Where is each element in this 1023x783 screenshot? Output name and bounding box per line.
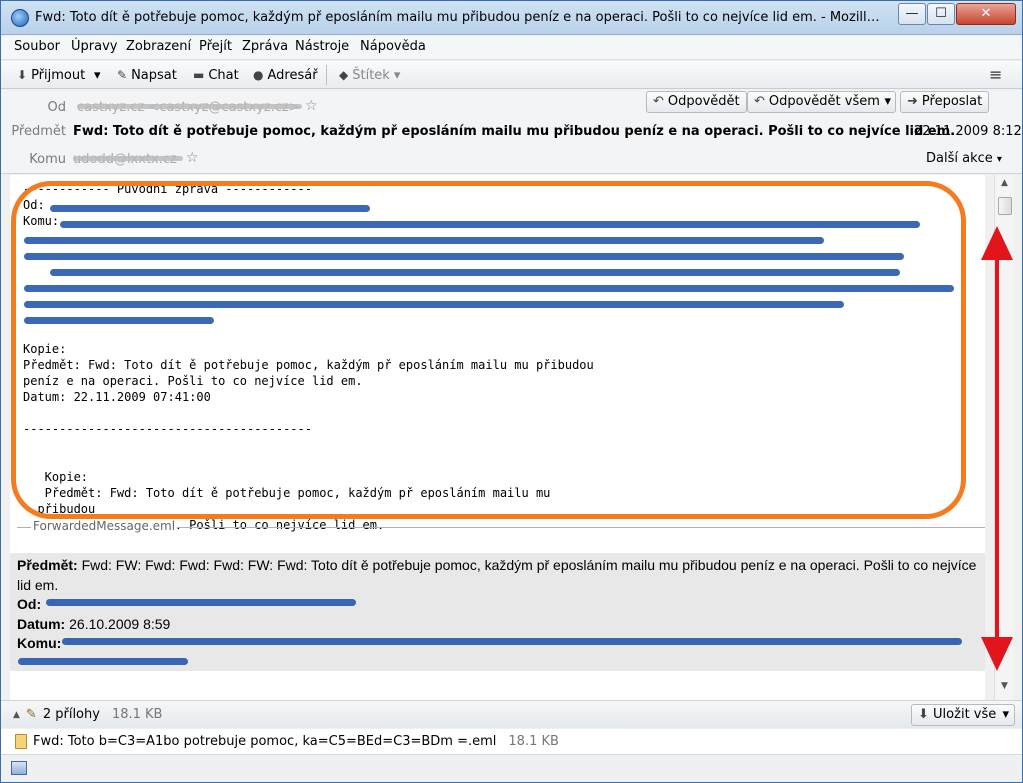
redaction-scribble (60, 221, 920, 228)
tag-icon: ◆ (339, 68, 349, 82)
reply-all-button[interactable]: ↶ Odpovědět všem ▾ (747, 91, 896, 113)
subject-value: Fwd: Toto dít ě potřebuje pomoc, každým … (73, 124, 956, 139)
window-title: Fwd: Toto dít ě potřebuje pomoc, každým … (35, 10, 885, 25)
write-button[interactable]: ✎ Napsat (117, 65, 177, 85)
more-actions-dropdown-icon: ▾ (996, 154, 1002, 165)
scroll-up-arrow-icon[interactable]: ▲ (995, 178, 1014, 194)
tag-button[interactable]: ◆ Štítek ▾ (339, 65, 400, 85)
person-icon: ● (253, 68, 264, 82)
arrow-head-down (981, 637, 1013, 671)
redaction-scribble (24, 253, 904, 260)
redaction-scribble (50, 205, 370, 212)
save-all-dropdown-icon[interactable]: ▾ (1002, 705, 1009, 725)
menu-napoveda[interactable]: Nápověda (360, 39, 426, 54)
eml-file-icon (15, 734, 27, 749)
tag-dropdown-icon: ▾ (393, 67, 401, 83)
to-label: Komu (29, 152, 66, 167)
redaction-scribble (46, 599, 356, 606)
save-all-button[interactable]: ⬇ Uložit vše ▾ (911, 704, 1015, 726)
subject-label: Předmět (11, 124, 66, 139)
reply-icon: ↶ (653, 94, 664, 109)
menu-zprava[interactable]: Zpráva (242, 39, 288, 54)
forwarded-message-separator: ForwardedMessage.eml (17, 519, 985, 533)
status-bar (1, 756, 1022, 782)
reply-all-icon: ↶ (754, 94, 765, 109)
menu-zobrazeni[interactable]: Zobrazení (126, 39, 191, 54)
reply-all-dropdown-icon[interactable]: ▾ (884, 92, 891, 112)
menu-nastroje[interactable]: Nástroje (295, 39, 349, 54)
redaction-scribble (77, 104, 302, 109)
attachment-bar: ▲ ✎ 2 přílohy 18.1 KB ⬇ Uložit vše ▾ (1, 700, 1022, 728)
message-header: Od castxyz.cz <castxyz@castxyz.cz> ☆ ↶Od… (1, 90, 1022, 174)
download-icon: ⬇ (17, 68, 28, 82)
redaction-scribble (24, 317, 214, 324)
menu-prejit[interactable]: Přejít (199, 39, 232, 54)
arrow-head-up (981, 226, 1013, 260)
app-menu-icon[interactable]: ≡ (989, 65, 1002, 84)
redaction-scribble (73, 156, 183, 161)
address-book-button[interactable]: ● Adresář (253, 65, 318, 85)
red-double-arrow (981, 226, 1013, 671)
minimize-button[interactable]: — (898, 3, 926, 25)
more-actions-button[interactable]: Další akce ▾ (926, 151, 1002, 166)
scroll-thumb[interactable] (998, 197, 1012, 215)
message-body: ------------ Původní zpráva ------------… (10, 175, 985, 700)
online-status-icon[interactable] (11, 761, 27, 775)
redaction-scribble (50, 269, 900, 276)
close-button[interactable]: ✕ (956, 3, 1016, 25)
redaction-scribble (62, 638, 962, 645)
menu-soubor[interactable]: Soubor (14, 39, 60, 54)
forwarded-attachment-name[interactable]: ForwardedMessage.eml (31, 519, 178, 533)
redaction-scribble (24, 301, 844, 308)
collapse-triangle-icon[interactable]: ▲ (13, 710, 20, 720)
chat-bubble-icon: ▬ (193, 68, 205, 82)
paperclip-icon: ✎ (25, 707, 37, 722)
fwd-date-row: Datum: 26.10.2009 8:59 (17, 615, 171, 632)
menu-upravy[interactable]: Úpravy (71, 39, 117, 54)
fwd-subject-row: Předmět: Fwd: FW: Fwd: Fwd: Fwd: FW: Fwd… (17, 557, 977, 593)
attachment-summary[interactable]: ▲ ✎ 2 přílohy 18.1 KB (13, 707, 162, 722)
get-mail-dropdown[interactable]: ▾ (94, 65, 101, 85)
chat-button[interactable]: ▬ Chat (193, 65, 239, 85)
from-label: Od (47, 100, 66, 115)
reply-button[interactable]: ↶ Odpovědět (646, 91, 747, 113)
scroll-down-arrow-icon[interactable]: ▼ (995, 681, 1014, 697)
redaction-scribble (24, 285, 954, 292)
menu-bar: Soubor Úpravy Zobrazení Přejít Zpráva Ná… (1, 36, 1022, 60)
toolbar-separator (326, 65, 327, 85)
thunderbird-app-icon (11, 9, 29, 27)
attachment-list: Fwd: Toto b=C3=A1bo potrebuje pomoc, ka=… (1, 729, 1022, 755)
pencil-icon: ✎ (117, 68, 128, 82)
title-bar: Fwd: Toto dít ě potřebuje pomoc, každým … (1, 1, 1022, 35)
get-mail-button[interactable]: ⬇ Přijmout (17, 65, 85, 85)
message-date: 22.11.2009 8:12 (914, 124, 1022, 139)
to-star-icon[interactable]: ☆ (186, 150, 199, 166)
from-star-icon[interactable]: ☆ (305, 98, 318, 114)
redaction-scribble (18, 658, 188, 665)
quoted-original-message: ------------ Původní zpráva ------------… (23, 182, 594, 532)
maximize-button[interactable]: ☐ (927, 3, 955, 25)
thunderbird-window: Fwd: Toto dít ě potřebuje pomoc, každým … (0, 0, 1023, 783)
redaction-scribble (24, 237, 824, 244)
forwarded-message-headers: Předmět: Fwd: FW: Fwd: Fwd: Fwd: FW: Fwd… (10, 553, 985, 671)
forward-icon: ➜ (907, 94, 918, 109)
main-toolbar: ⬇ Přijmout ▾ ✎ Napsat ▬ Chat ● Adresář ◆… (1, 61, 1022, 89)
save-down-arrow-icon: ⬇ (918, 707, 929, 722)
forward-button[interactable]: ➜ Přeposlat (900, 91, 990, 113)
attachment-item[interactable]: Fwd: Toto b=C3=A1bo potrebuje pomoc, ka=… (15, 734, 559, 749)
